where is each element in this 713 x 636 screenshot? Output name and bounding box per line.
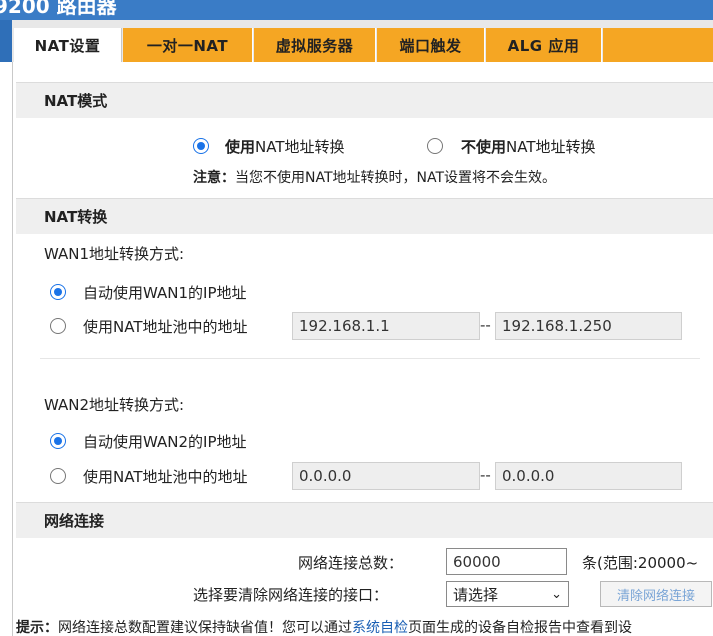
wan2-pool-end-input[interactable]: 0.0.0.0 (495, 462, 682, 490)
wan2-auto-radio[interactable] (50, 433, 66, 449)
clear-conn-button[interactable]: 清除网络连接 (600, 581, 712, 607)
system-check-link[interactable]: 系统自检 (352, 620, 408, 636)
wan2-auto-label: 自动使用WAN2的IP地址 (83, 432, 247, 451)
tab-one-to-one-nat[interactable]: 一对一NAT (123, 28, 253, 62)
nat-use-label: NAT地址转换 (255, 137, 345, 156)
section-header-net-conn: 网络连接 (16, 502, 713, 538)
clear-conn-label: 选择要清除网络连接的接口： (193, 585, 389, 604)
tip-line: 提示：网络连接总数配置建议保持缺省值！您可以通过系统自检页面生成的设备自检报告中… (16, 617, 713, 636)
wan2-auto-option[interactable]: 自动使用WAN2的IP地址 (50, 431, 247, 451)
wan1-pool-start-input[interactable]: 192.168.1.1 (292, 312, 480, 340)
wan2-pool-label: 使用NAT地址池中的地址 (83, 467, 248, 486)
wan1-auto-option[interactable]: 自动使用WAN1的IP地址 (50, 282, 247, 302)
left-edge-bar (0, 20, 12, 62)
section-header-nat-convert: NAT转换 (16, 198, 713, 234)
nat-use-option[interactable]: 使用 NAT地址转换 (193, 136, 345, 156)
wan2-label: WAN2地址转换方式: (44, 395, 185, 414)
tip-text-before: 网络连接总数配置建议保持缺省值！您可以通过 (58, 620, 352, 636)
tip-text-after: 页面生成的设备自检报告中查看到设 (408, 620, 632, 636)
chevron-down-icon: ⌄ (551, 587, 562, 602)
section-title: NAT模式 (44, 92, 108, 110)
tip-label: 提示： (16, 620, 58, 636)
content-frame (12, 62, 713, 636)
wan1-pool-option[interactable]: 使用NAT地址池中的地址 (50, 316, 247, 336)
window-title-bar: 9200 路由器 (0, 0, 713, 20)
conn-range-text: 条(范围:20000~ (582, 553, 699, 572)
nat-use-radio[interactable] (193, 138, 209, 154)
nat-note: 注意： 当您不使用NAT地址转换时，NAT设置将不会生效。 (193, 167, 556, 187)
interface-select-value: 请选择 (453, 585, 499, 604)
nat-nouse-label: NAT地址转换 (506, 137, 596, 156)
nat-nouse-option[interactable]: 不使用 NAT地址转换 (427, 136, 596, 156)
nat-nouse-label-bold: 不使用 (461, 137, 507, 156)
wan2-pool-radio[interactable] (50, 468, 66, 484)
tab-bar: NAT设置 一对一NAT 虚拟服务器 端口触发 ALG 应用 (0, 20, 713, 62)
wan2-pool-separator: -- (480, 466, 491, 484)
section-header-nat-mode: NAT模式 (16, 82, 713, 118)
wan1-pool-radio[interactable] (50, 318, 66, 334)
tab-alg-app[interactable]: ALG 应用 (486, 28, 602, 62)
conn-total-input[interactable]: 60000 (446, 548, 567, 575)
section-title: NAT转换 (44, 208, 108, 226)
wan1-pool-separator: -- (480, 316, 491, 334)
wan2-pool-start-input[interactable]: 0.0.0.0 (292, 462, 480, 490)
wan1-pool-label: 使用NAT地址池中的地址 (83, 317, 248, 336)
note-text: 当您不使用NAT地址转换时，NAT设置将不会生效。 (235, 170, 557, 186)
nat-use-label-bold: 使用 (225, 137, 256, 156)
note-label: 注意： (193, 170, 235, 186)
window-title: 9200 路由器 (0, 0, 117, 18)
section-divider (40, 358, 700, 359)
tab-nat-settings[interactable]: NAT设置 (14, 28, 122, 62)
tab-port-trigger[interactable]: 端口触发 (377, 28, 485, 62)
wan1-label: WAN1地址转换方式: (44, 244, 185, 263)
interface-select[interactable]: 请选择 ⌄ (446, 581, 569, 607)
wan1-auto-radio[interactable] (50, 284, 66, 300)
tab-virtual-server[interactable]: 虚拟服务器 (254, 28, 376, 62)
wan1-auto-label: 自动使用WAN1的IP地址 (83, 283, 247, 302)
wan2-pool-option[interactable]: 使用NAT地址池中的地址 (50, 466, 247, 486)
section-title: 网络连接 (44, 512, 105, 530)
conn-total-label: 网络连接总数： (298, 553, 404, 572)
nat-nouse-radio[interactable] (427, 138, 443, 154)
wan1-pool-end-input[interactable]: 192.168.1.250 (495, 312, 682, 340)
tab-bar-fill (603, 28, 713, 62)
